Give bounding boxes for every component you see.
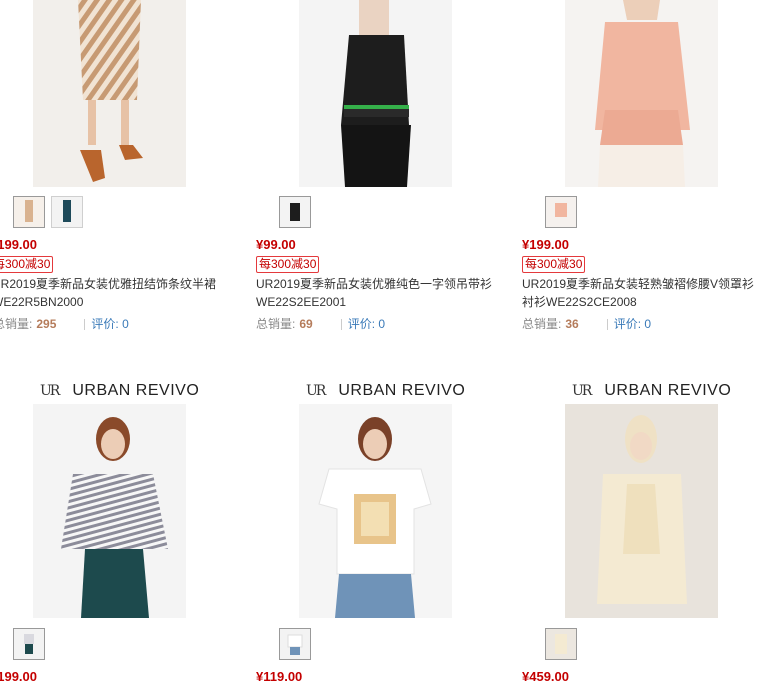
brand-logo: UR <box>306 383 326 399</box>
brand-name: URBAN REVIVO <box>72 382 200 399</box>
product-stats: 总销量:295 评价: 0 <box>0 315 129 332</box>
color-thumbnail[interactable] <box>279 196 311 228</box>
sales-count: 69 <box>299 317 313 331</box>
review-link[interactable]: 评价: 0 <box>614 317 651 331</box>
product-title-line[interactable]: WE22S2EE2001 <box>256 293 496 311</box>
product-image[interactable] <box>33 0 186 187</box>
sales-count: 295 <box>36 317 57 331</box>
product-image[interactable] <box>299 0 452 187</box>
sales-label: 总销量: <box>256 317 296 331</box>
divider <box>606 319 608 331</box>
product-stats: 总销量: 36 评价: 0 <box>522 315 651 332</box>
product-price: ¥119.00 <box>256 669 303 684</box>
brand-header[interactable]: UR URBAN REVIVO <box>306 382 465 400</box>
sales-label: 总销量: <box>522 317 562 331</box>
color-thumbnail[interactable] <box>13 628 45 660</box>
product-title[interactable]: UR2019夏季新品女装优雅纯色一字领吊带衫 WE22S2EE2001 <box>256 275 496 311</box>
product-price: ¥99.00 <box>256 237 296 252</box>
product-image[interactable] <box>33 404 186 618</box>
review-count[interactable]: 0 <box>644 317 651 331</box>
brand-header[interactable]: UR URBAN REVIVO <box>572 382 731 400</box>
product-price: ¥459.00 <box>522 669 569 684</box>
divider <box>84 319 86 331</box>
brand-header[interactable]: UR URBAN REVIVO <box>40 382 199 400</box>
product-price: ¥199.00 <box>522 237 569 252</box>
product-title[interactable]: UR2019夏季新品女装轻熟皱褶修腰V领罩衫 衬衫WE22S2CE2008 <box>522 275 762 311</box>
color-thumbnail[interactable] <box>545 196 577 228</box>
product-stats: 总销量: 69 评价: 0 <box>256 315 385 332</box>
divider <box>340 319 342 331</box>
review-label[interactable]: 评价: <box>348 317 375 331</box>
product-title-line[interactable]: UR2019夏季新品女装优雅扭结饰条纹半裙 <box>0 275 232 293</box>
product-title-line[interactable]: WE22R5BN2000 <box>0 293 232 311</box>
promo-badge[interactable]: 每300减30 <box>522 256 586 273</box>
review-count[interactable]: 0 <box>378 317 385 331</box>
brand-logo: UR <box>572 383 592 399</box>
review-label[interactable]: 评价: <box>91 317 118 331</box>
color-thumbnail[interactable] <box>279 628 311 660</box>
product-image[interactable] <box>565 0 718 187</box>
review-label[interactable]: 评价: <box>614 317 641 331</box>
review-link[interactable]: 评价: 0 <box>348 317 385 331</box>
color-thumbnail[interactable] <box>545 628 577 660</box>
product-image[interactable] <box>565 404 718 618</box>
promo-badge[interactable]: 每300减30 <box>0 256 54 273</box>
sales-label: 总销量: <box>0 317 33 331</box>
product-title[interactable]: UR2019夏季新品女装优雅扭结饰条纹半裙 WE22R5BN2000 <box>0 275 232 311</box>
promo-badge[interactable]: 每300减30 <box>256 256 320 273</box>
color-thumbnail[interactable] <box>51 196 83 228</box>
product-image[interactable] <box>299 404 452 618</box>
brand-name: URBAN REVIVO <box>604 382 732 399</box>
color-thumbnail[interactable] <box>13 196 45 228</box>
product-title-line[interactable]: 衬衫WE22S2CE2008 <box>522 293 762 311</box>
sales-count: 36 <box>565 317 579 331</box>
brand-name: URBAN REVIVO <box>338 382 466 399</box>
review-count[interactable]: 0 <box>122 317 129 331</box>
review-link[interactable]: 评价: 0 <box>91 317 128 331</box>
product-price: ¥199.00 <box>0 237 37 252</box>
product-price: ¥199.00 <box>0 669 37 684</box>
brand-logo: UR <box>40 383 60 399</box>
product-title-line[interactable]: UR2019夏季新品女装优雅纯色一字领吊带衫 <box>256 275 496 293</box>
product-title-line[interactable]: UR2019夏季新品女装轻熟皱褶修腰V领罩衫 <box>522 275 762 293</box>
